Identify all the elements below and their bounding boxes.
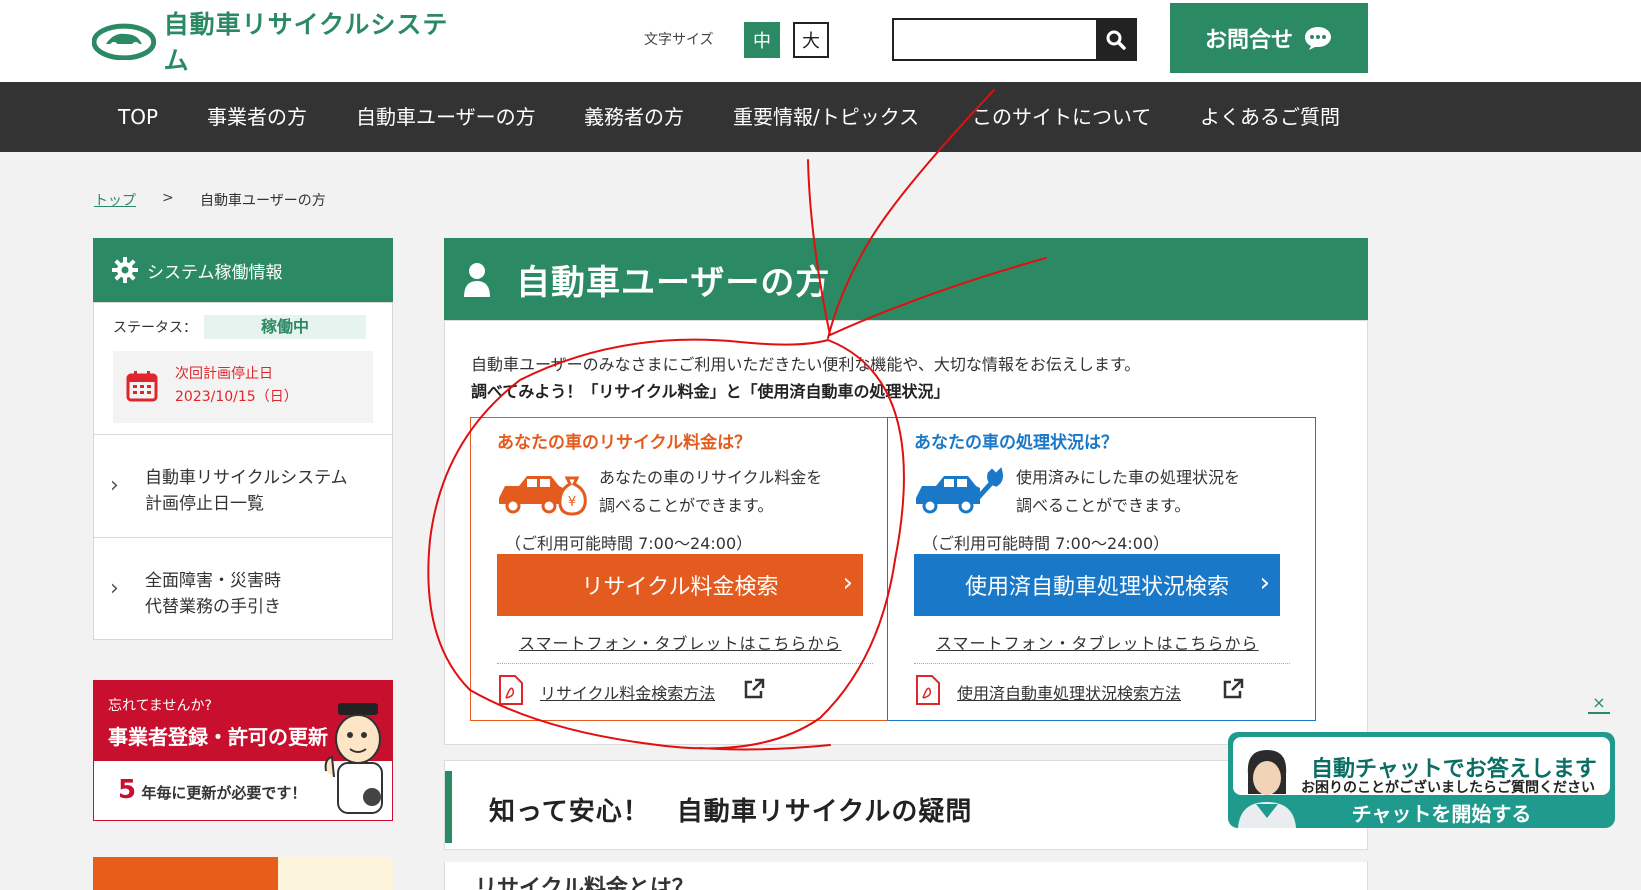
page-title: 自動車ユーザーの方 xyxy=(516,262,831,303)
contact-label: お問合せ xyxy=(1204,28,1293,53)
pdf-icon xyxy=(499,675,523,705)
breadcrumb-home-link[interactable]: トップ xyxy=(94,190,136,210)
calendar-icon xyxy=(126,371,158,402)
sidebar-link-line1: 自動車リサイクルシステム xyxy=(145,468,348,488)
faq-item[interactable]: リサイクル料金とは？ xyxy=(444,862,1368,890)
intro-bold-text: 調べてみよう！「リサイクル料金」と「使用済自動車の処理状況」 xyxy=(471,382,950,401)
external-link-icon xyxy=(1223,678,1244,699)
car-money-bag-icon: ¥ xyxy=(499,476,587,516)
search-icon xyxy=(1106,30,1126,50)
search-input[interactable] xyxy=(894,20,1094,59)
nav-item-faq[interactable]: よくあるご質問 xyxy=(1200,82,1340,152)
main-content-panel: 自動車ユーザーのみなさまにご利用いただきたい便利な機能や、大切な情報をお伝えしま… xyxy=(444,320,1368,745)
section-accent-bar xyxy=(445,771,452,843)
sidebar-link-line1: 全面障害・災害時 xyxy=(145,571,281,591)
banner-line3-text: 年毎に更新が必要です！ xyxy=(141,784,307,802)
divider xyxy=(914,663,1290,664)
nav-item-business[interactable]: 事業者の方 xyxy=(207,82,307,152)
sidebar-link-line2: 計画停止日一覧 xyxy=(145,494,264,514)
banner-number: 5 xyxy=(118,775,137,805)
smartphone-link[interactable]: スマートフォン・タブレットはこちらから xyxy=(519,630,842,654)
card-description-line2: 調べることができます。 xyxy=(599,496,774,515)
system-status-panel: ステータス： 稼働中 次回計画停止日 2023/10/15（日） › 自動車リサ… xyxy=(93,302,393,640)
pdf-icon xyxy=(916,675,940,705)
next-stop-title: 次回計画停止日 xyxy=(175,366,273,382)
site-header: 自動車リサイクルシステム 文字サイズ 中 大 お問合せ xyxy=(0,0,1641,82)
card-hours: （ご利用可能時間 7:00〜24:00） xyxy=(505,534,753,553)
car-recycle-logo-icon xyxy=(92,23,156,60)
chat-subtitle: お困りのことがございましたらご質問ください xyxy=(1301,780,1595,796)
recycle-fee-search-button[interactable]: リサイクル料金検索 › xyxy=(497,554,863,616)
system-status-title: システム稼働情報 xyxy=(147,262,283,283)
font-size-label: 文字サイズ xyxy=(644,32,714,48)
nav-item-obligors[interactable]: 義務者の方 xyxy=(584,82,684,152)
secondary-banner-illustration xyxy=(278,857,393,890)
chevron-right-icon: › xyxy=(110,576,119,601)
search-box xyxy=(892,18,1137,61)
recycle-fee-card: あなたの車のリサイクル料金は？ ¥ あなたの車のリサイクル料金を 調べることがで… xyxy=(470,417,899,721)
card-description-line1: 使用済みにした車の処理状況を xyxy=(1016,468,1241,487)
disposal-status-search-button[interactable]: 使用済自動車処理状況検索 › xyxy=(914,554,1280,616)
chevron-right-icon: › xyxy=(1259,568,1270,598)
contact-button[interactable]: お問合せ xyxy=(1170,3,1368,73)
car-wrench-icon xyxy=(916,467,1003,514)
chevron-right-icon: › xyxy=(842,568,853,598)
sidebar-link-disaster-guide[interactable]: › 全面障害・災害時 代替業務の手引き xyxy=(94,537,392,641)
divider xyxy=(497,663,873,664)
chat-close-button[interactable]: × xyxy=(1588,692,1610,714)
logo-text: 自動車リサイクルシステム xyxy=(163,10,449,75)
card-title: あなたの車のリサイクル料金は？ xyxy=(497,433,752,453)
guide-link[interactable]: リサイクル料金検索方法 xyxy=(540,680,715,704)
guide-link[interactable]: 使用済自動車処理状況検索方法 xyxy=(957,680,1181,704)
font-size-medium-button[interactable]: 中 xyxy=(744,22,780,58)
speech-bubble-icon xyxy=(1305,27,1331,50)
faq-section-title: 知って安心！ 自動車リサイクルの疑問 xyxy=(489,797,973,827)
card-hours: （ご利用可能時間 7:00〜24:00） xyxy=(922,534,1170,553)
next-stop-date: 2023/10/15（日） xyxy=(175,389,298,405)
gear-icon xyxy=(112,257,138,283)
registration-renewal-banner[interactable]: 忘れてませんか? 事業者登録・許可の更新 5 年毎に更新が必要です！ xyxy=(93,680,393,821)
site-logo[interactable]: 自動車リサイクルシステム xyxy=(92,10,472,75)
button-label: リサイクル料金検索 xyxy=(581,575,779,600)
next-stop-box: 次回計画停止日 2023/10/15（日） xyxy=(113,351,373,423)
banner-line1: 忘れてませんか? xyxy=(108,698,212,714)
nav-item-topics[interactable]: 重要情報/トピックス xyxy=(733,82,919,152)
external-link-icon xyxy=(744,678,765,699)
smartphone-link[interactable]: スマートフォン・タブレットはこちらから xyxy=(936,630,1259,654)
font-size-large-button[interactable]: 大 xyxy=(793,22,829,58)
breadcrumb-current: 自動車ユーザーの方 xyxy=(200,193,326,209)
mascot-illustration-icon xyxy=(324,703,383,814)
sidebar-link-maintenance-schedule[interactable]: › 自動車リサイクルシステム 計画停止日一覧 xyxy=(94,434,392,538)
status-label: ステータス： xyxy=(113,320,197,336)
nav-item-top[interactable]: TOP xyxy=(118,82,158,152)
card-description-line2: 調べることができます。 xyxy=(1016,496,1191,515)
status-badge: 稼働中 xyxy=(204,315,366,339)
disposal-status-card: あなたの車の処理状況は？ 使用済みにした車の処理状況を 調べることができます。 … xyxy=(887,417,1316,721)
button-label: 使用済自動車処理状況検索 xyxy=(964,575,1229,600)
banner-line2: 事業者登録・許可の更新 xyxy=(108,725,328,749)
chat-start-button[interactable]: チャットを開始する xyxy=(1228,798,1615,827)
user-icon xyxy=(464,263,490,297)
page-title-bar: 自動車ユーザーの方 xyxy=(444,238,1368,320)
chevron-right-icon: › xyxy=(110,473,119,498)
system-status-header: システム稼働情報 xyxy=(93,238,393,302)
breadcrumb-separator: > xyxy=(162,190,174,206)
svg-text:¥: ¥ xyxy=(568,495,576,510)
nav-item-car-users[interactable]: 自動車ユーザーの方 xyxy=(356,82,536,152)
faq-item-title: リサイクル料金とは？ xyxy=(475,876,694,890)
card-title: あなたの車の処理状況は？ xyxy=(914,433,1118,453)
intro-text: 自動車ユーザーのみなさまにご利用いただきたい便利な機能や、大切な情報をお伝えしま… xyxy=(471,355,1141,374)
search-button[interactable] xyxy=(1096,20,1135,59)
sidebar-link-line2: 代替業務の手引き xyxy=(145,597,281,617)
nav-item-about[interactable]: このサイトについて xyxy=(972,82,1151,152)
card-description-line1: あなたの車のリサイクル料金を xyxy=(599,468,823,487)
banner-line3: 5 年毎に更新が必要です！ xyxy=(118,775,306,805)
main-navigation: TOP 事業者の方 自動車ユーザーの方 義務者の方 重要情報/トピックス このサ… xyxy=(0,82,1641,152)
chat-widget[interactable]: 自動チャットでお答えします お困りのことがございましたらご質問ください チャット… xyxy=(1228,732,1615,828)
